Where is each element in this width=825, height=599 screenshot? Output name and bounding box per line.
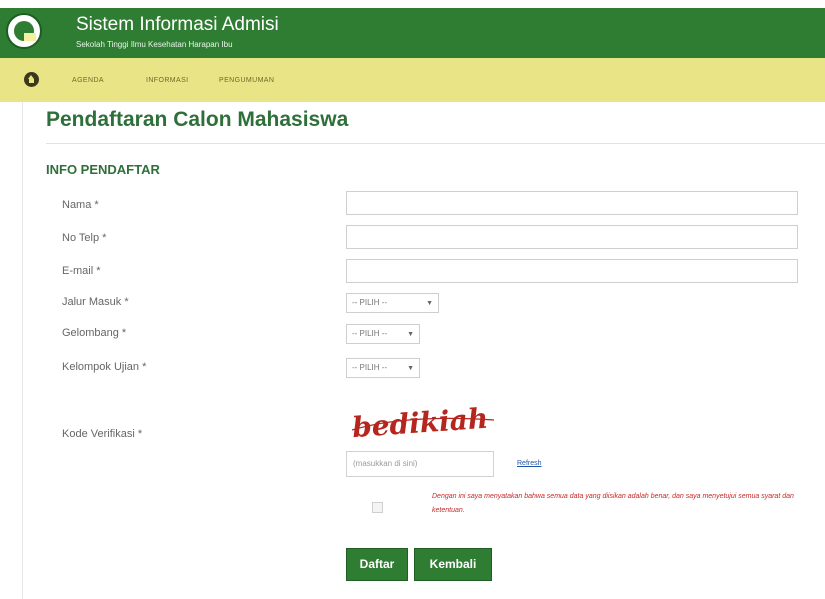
main-nav: AGENDA INFORMASI PENGUMUMAN	[0, 58, 825, 102]
jalur-masuk-value: -- PILIH --	[352, 298, 388, 307]
kode-verifikasi-label: Kode Verifikasi *	[62, 428, 143, 440]
jalur-masuk-select[interactable]: -- PILIH -- ▼	[346, 293, 439, 313]
captcha-text: bedikiah	[351, 402, 489, 444]
chevron-down-icon: ▼	[426, 300, 433, 307]
gelombang-label: Gelombang *	[62, 327, 127, 339]
app-subtitle: Sekolah Tinggi Ilmu Kesehatan Harapan Ib…	[76, 40, 233, 49]
email-label: E-mail *	[62, 265, 101, 277]
kembali-button[interactable]: Kembali	[414, 548, 492, 581]
captcha-input[interactable]: (masukkan di sini)	[346, 451, 494, 477]
nav-item-agenda[interactable]: AGENDA	[72, 77, 104, 84]
email-input[interactable]	[346, 259, 798, 283]
nav-item-informasi[interactable]: INFORMASI	[146, 77, 189, 84]
home-icon[interactable]	[24, 72, 39, 87]
gelombang-select[interactable]: -- PILIH -- ▼	[346, 324, 420, 344]
app-header: Sistem Informasi Admisi Sekolah Tinggi I…	[0, 0, 825, 58]
daftar-button[interactable]: Daftar	[346, 548, 408, 581]
title-divider	[46, 143, 825, 144]
app-title: Sistem Informasi Admisi	[76, 14, 279, 35]
nama-label: Nama *	[62, 199, 99, 211]
page-title: Pendaftaran Calon Mahasiswa	[46, 108, 349, 131]
institution-logo-icon[interactable]	[6, 13, 42, 49]
logo-book-icon	[24, 33, 36, 41]
kelompok-ujian-value: -- PILIH --	[352, 363, 388, 372]
kelompok-ujian-select[interactable]: -- PILIH -- ▼	[346, 358, 420, 378]
section-heading: INFO PENDAFTAR	[46, 162, 160, 177]
content-left-border	[22, 102, 23, 599]
logo-emblem	[14, 21, 36, 41]
agreement-text: Dengan ini saya menyatakan bahwa semua d…	[432, 493, 794, 514]
nama-input[interactable]	[346, 191, 798, 215]
chevron-down-icon: ▼	[407, 331, 414, 338]
telp-label: No Telp *	[62, 232, 107, 244]
home-body	[29, 79, 34, 83]
nav-item-pengumuman[interactable]: PENGUMUMAN	[219, 77, 274, 84]
gelombang-value: -- PILIH --	[352, 329, 388, 338]
telp-input[interactable]	[346, 225, 798, 249]
agree-checkbox[interactable]	[372, 502, 383, 513]
kelompok-ujian-label: Kelompok Ujian *	[62, 361, 147, 373]
captcha-image: bedikiah	[351, 402, 495, 444]
chevron-down-icon: ▼	[407, 365, 414, 372]
jalur-masuk-label: Jalur Masuk *	[62, 296, 129, 308]
refresh-captcha-link[interactable]: Refresh	[517, 460, 542, 467]
